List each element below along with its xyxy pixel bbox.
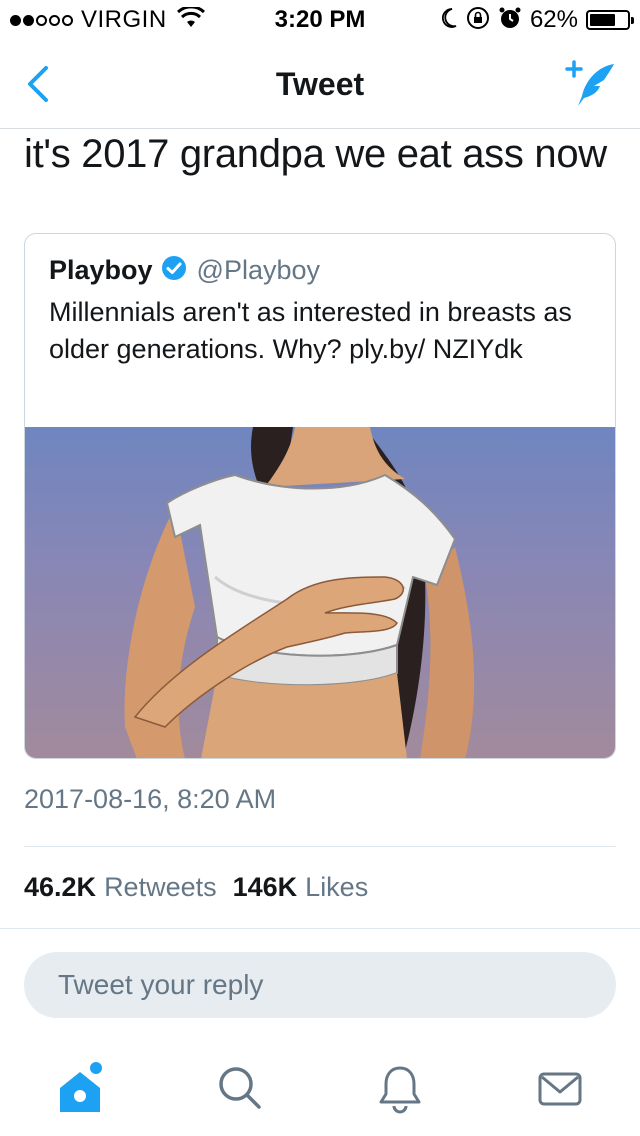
reply-input[interactable]: Tweet your reply <box>24 952 616 1018</box>
quoted-tweet-text: Millennials aren't as interested in brea… <box>49 297 572 364</box>
messages-icon <box>538 1072 582 1106</box>
home-icon <box>60 1062 102 1112</box>
status-bar: VIRGIN 3:20 PM 62% <box>0 0 640 40</box>
tweet-stats: 46.2K Retweets 146K Likes <box>24 872 384 903</box>
retweets-label[interactable]: Retweets <box>104 872 217 903</box>
tab-home[interactable] <box>50 1058 110 1118</box>
alarm-icon <box>498 6 522 35</box>
battery-percent: 62% <box>529 6 578 33</box>
orientation-lock-icon <box>466 6 490 35</box>
nav-bar: Tweet <box>0 40 640 129</box>
quoted-tweet-card[interactable]: Playboy @Playboy Millennials aren't as i… <box>24 233 616 759</box>
tab-messages[interactable] <box>530 1058 590 1118</box>
battery-icon <box>586 10 634 30</box>
tab-search[interactable] <box>210 1058 270 1118</box>
tweet-timestamp: 2017-08-16, 8:20 AM <box>24 784 277 814</box>
compose-tweet-icon <box>565 60 614 106</box>
quoted-tweet-image[interactable] <box>25 427 615 758</box>
search-icon <box>219 1067 261 1109</box>
status-right: 62% <box>440 6 634 35</box>
likes-count[interactable]: 146K <box>233 872 298 903</box>
retweets-count[interactable]: 46.2K <box>24 872 96 903</box>
moon-icon <box>440 7 458 34</box>
compose-tweet-button[interactable] <box>564 58 620 110</box>
notifications-icon <box>379 1066 421 1114</box>
verified-badge-icon <box>161 255 187 286</box>
divider <box>24 846 616 847</box>
quoted-tweet-header: Playboy @Playboy <box>49 252 320 288</box>
divider <box>0 928 640 929</box>
page-title: Tweet <box>275 66 365 102</box>
likes-label[interactable]: Likes <box>305 872 368 903</box>
tab-bar <box>0 1040 640 1136</box>
illustration-image <box>124 427 475 758</box>
quoted-author-name: Playboy <box>49 254 153 285</box>
tab-notifications[interactable] <box>370 1058 430 1118</box>
quoted-author-handle: @Playboy <box>196 254 321 285</box>
tweet-text: it's 2017 grandpa we eat ass now <box>24 132 607 176</box>
